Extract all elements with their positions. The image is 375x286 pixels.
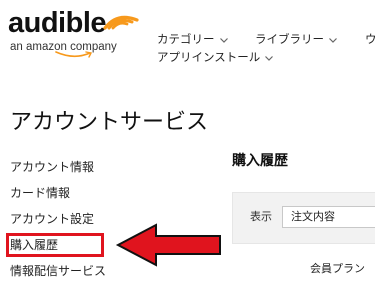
sidebar-item-card-info[interactable]: カード情報 — [10, 186, 70, 201]
page-title: アカウントサービス — [10, 110, 209, 135]
sidebar-item-account-settings[interactable]: アカウント設定 — [10, 212, 94, 227]
nav-item-truncated[interactable]: ウ — [365, 32, 375, 46]
chevron-down-icon — [219, 37, 228, 43]
nav-item-category[interactable]: カテゴリー — [157, 32, 229, 46]
audible-logo[interactable]: audible an amazon company — [8, 6, 139, 60]
section-title: 購入履歴 — [232, 153, 288, 169]
annotation-arrow-icon — [115, 223, 221, 267]
filter-label: 表示 — [250, 210, 272, 223]
amazon-smile-icon — [55, 51, 93, 58]
chevron-down-icon — [265, 55, 274, 61]
sidebar-item-newsletter[interactable]: 情報配信サービス — [10, 264, 106, 279]
sidebar-item-account-info[interactable]: アカウント情報 — [10, 160, 94, 175]
filter-select[interactable]: 注文内容 — [282, 206, 375, 228]
nav-item-label: カテゴリー — [157, 32, 215, 46]
nav-item-label: ライブラリー — [255, 32, 324, 46]
nav-item-label: アプリインストール — [157, 50, 261, 64]
nav-item-label: ウ — [365, 32, 375, 46]
nav-item-app-install[interactable]: アプリインストール — [157, 50, 274, 64]
highlight-box — [6, 233, 104, 257]
table-column-header: 会員プラン — [310, 262, 365, 275]
logo-wordmark: audible — [8, 7, 107, 39]
nav-item-library[interactable]: ライブラリー — [255, 32, 338, 46]
logo-waves-icon — [103, 15, 139, 30]
chevron-down-icon — [329, 37, 337, 43]
